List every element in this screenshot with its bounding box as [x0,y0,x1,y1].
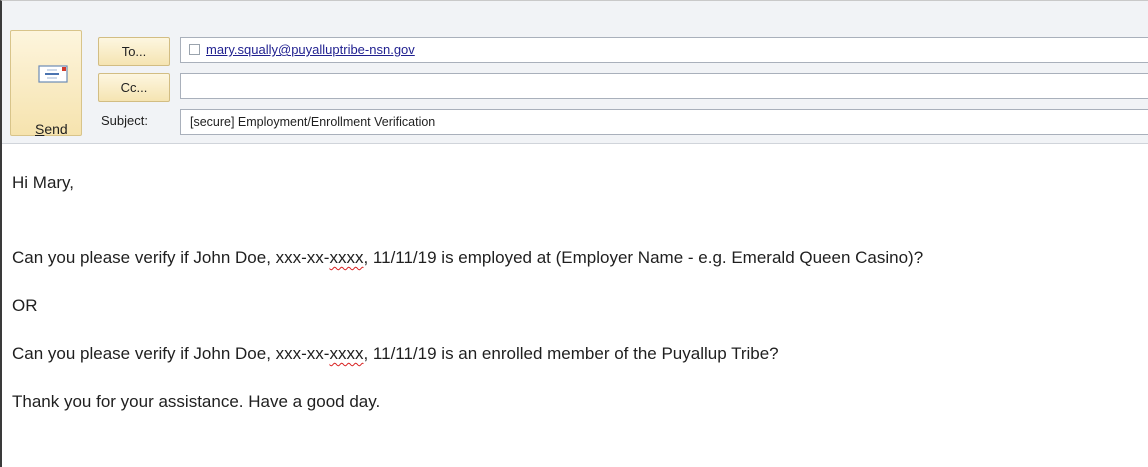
closing-line: Thank you for your assistance. Have a go… [12,392,381,411]
cc-field[interactable] [180,73,1148,99]
cc-button[interactable]: Cc... [98,73,170,102]
spelling-error: xxxx [329,344,364,363]
recipient-address[interactable]: mary.squally@puyalluptribe-nsn.gov [206,42,415,57]
subject-value: [secure] Employment/Enrollment Verificat… [190,115,436,129]
to-button[interactable]: To... [98,37,170,66]
request-employment-line: Can you please verify if John Doe, xxx-x… [12,248,924,267]
recipient-chip[interactable]: mary.squally@puyalluptribe-nsn.gov [189,42,415,57]
send-envelope-icon [38,65,68,83]
request-enrollment-line: Can you please verify if John Doe, xxx-x… [12,344,779,363]
subject-field[interactable]: [secure] Employment/Enrollment Verificat… [180,109,1148,135]
send-button[interactable]: Send [10,30,82,137]
recipient-checkbox-icon [189,44,200,55]
compose-header: Send To... Cc... Subject: mary.squally@p… [2,1,1148,144]
spelling-error: xxxx [329,248,364,267]
to-field[interactable]: mary.squally@puyalluptribe-nsn.gov [180,37,1148,63]
subject-label: Subject: [101,113,148,128]
send-label: Send [35,121,68,137]
or-line: OR [12,296,38,315]
greeting-line: Hi Mary, [12,173,75,192]
